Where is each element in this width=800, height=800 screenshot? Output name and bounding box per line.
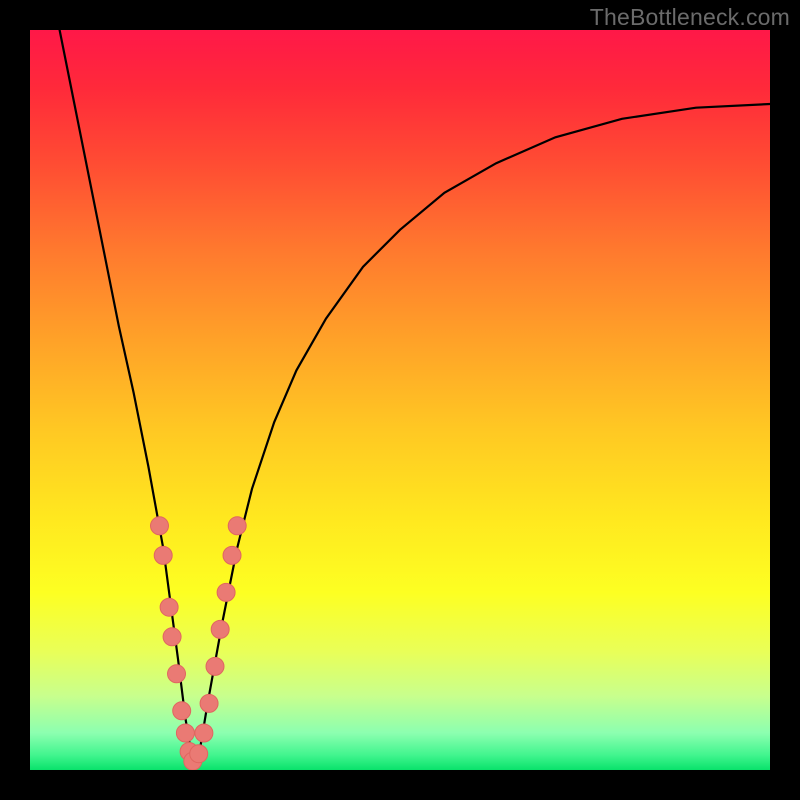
curve-marker xyxy=(154,546,172,564)
curve-markers xyxy=(151,517,247,770)
curve-marker xyxy=(160,598,178,616)
chart-svg xyxy=(30,30,770,770)
curve-marker xyxy=(190,745,208,763)
curve-marker xyxy=(168,665,186,683)
chart-frame: TheBottleneck.com xyxy=(0,0,800,800)
bottleneck-curve xyxy=(60,30,770,763)
curve-marker xyxy=(151,517,169,535)
curve-marker xyxy=(163,628,181,646)
curve-marker xyxy=(173,702,191,720)
curve-marker xyxy=(176,724,194,742)
curve-marker xyxy=(206,657,224,675)
chart-plot-area xyxy=(30,30,770,770)
curve-marker xyxy=(223,546,241,564)
curve-marker xyxy=(228,517,246,535)
watermark-text: TheBottleneck.com xyxy=(590,4,790,31)
curve-marker xyxy=(200,694,218,712)
curve-path xyxy=(60,30,770,763)
curve-marker xyxy=(195,724,213,742)
curve-marker xyxy=(211,620,229,638)
curve-marker xyxy=(217,583,235,601)
